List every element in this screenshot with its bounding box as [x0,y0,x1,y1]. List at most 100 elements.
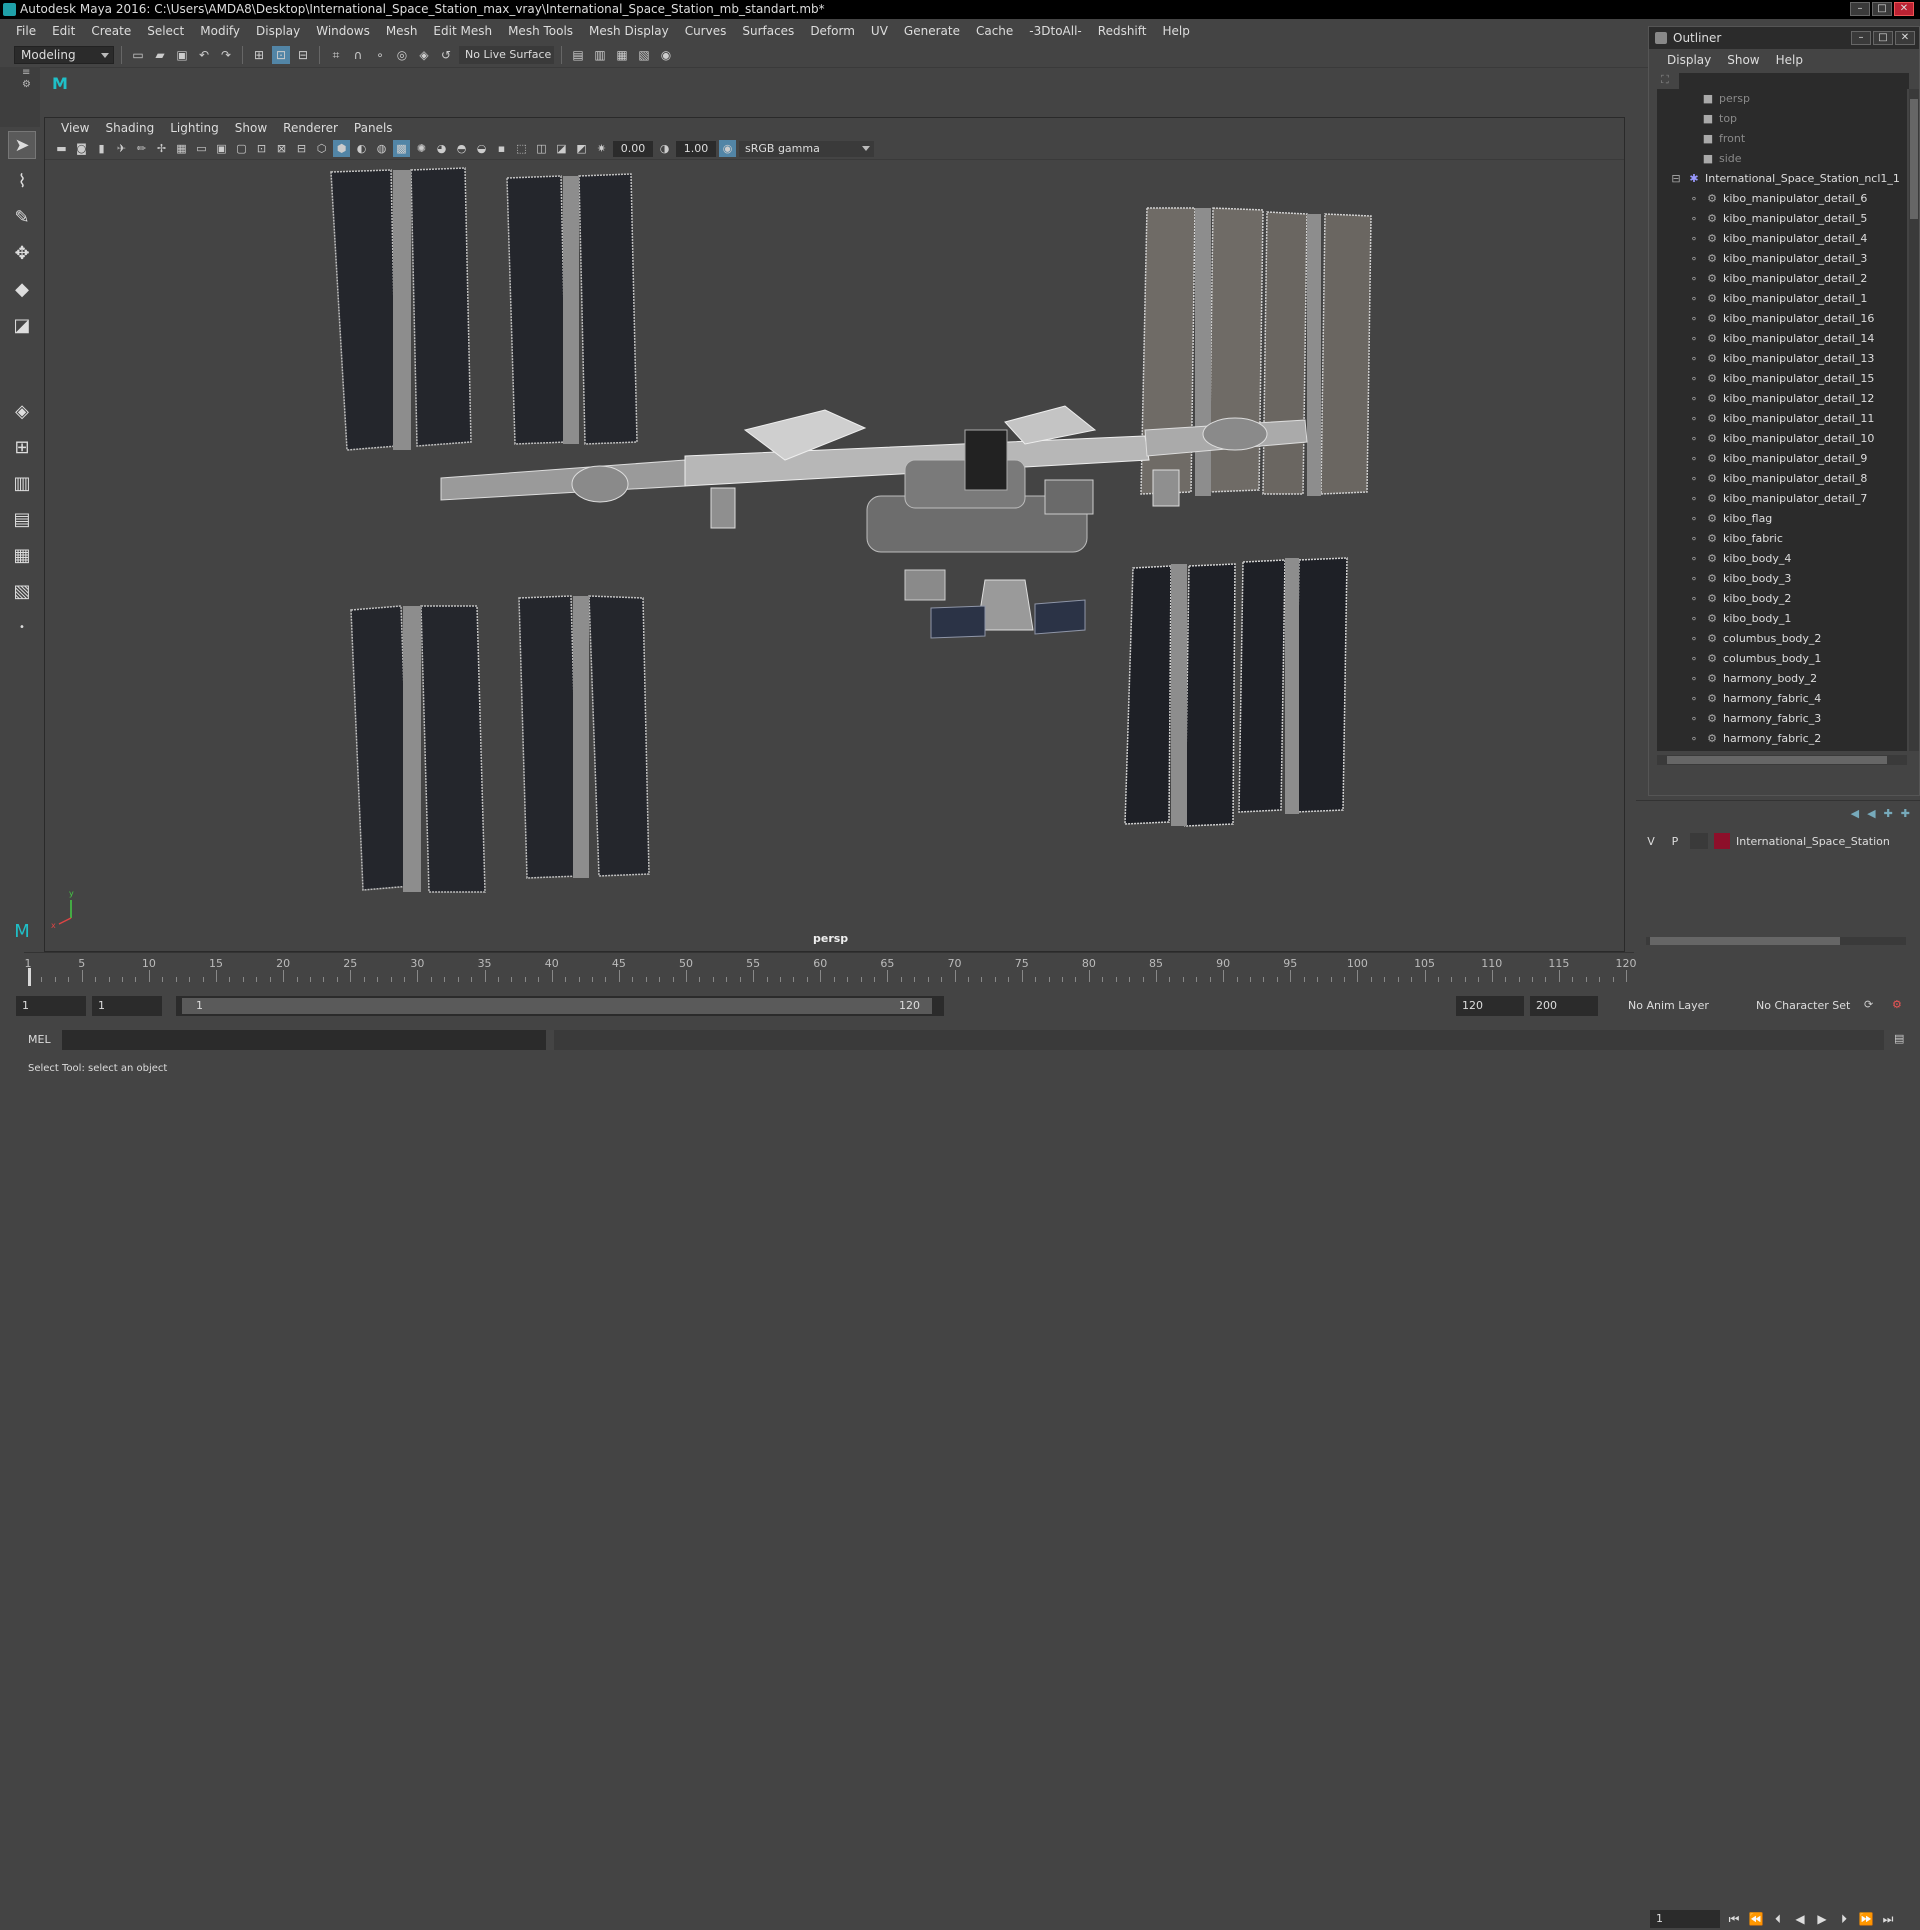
menu-mesh[interactable]: Mesh [378,24,426,38]
current-time-indicator[interactable] [28,968,31,986]
mel-command-input[interactable] [62,1030,546,1050]
menu-deform[interactable]: Deform [802,24,863,38]
new-scene-icon[interactable]: ▭ [129,46,147,64]
use-all-lights-icon[interactable]: ✺ [413,140,430,157]
outliner-search-input[interactable] [1679,73,1909,89]
outliner-hscroll-thumb[interactable] [1667,756,1887,764]
vp-menu-panels[interactable]: Panels [346,121,401,135]
exposure-icon[interactable]: ✷ [593,140,610,157]
snap-grid-icon[interactable]: ⌗ [327,46,345,64]
outliner-item[interactable]: ∘ ⚙ harmony_fabric_3 [1657,709,1907,729]
outliner-camera-top[interactable]: ■ top [1657,109,1907,129]
isolate-select-icon[interactable]: ⬚ [513,140,530,157]
new-layer-icon[interactable]: ✚ [1884,807,1893,820]
vp-menu-shading[interactable]: Shading [97,121,162,135]
select-hierarchy-icon[interactable]: ⊞ [250,46,268,64]
outliner-item[interactable]: ∘ ⚙ kibo_manipulator_detail_5 [1657,209,1907,229]
mode-selector[interactable]: Modeling [14,46,114,64]
vp-menu-renderer[interactable]: Renderer [275,121,346,135]
outliner-minimize-button[interactable]: – [1851,31,1871,45]
vp-menu-show[interactable]: Show [227,121,275,135]
outliner-item[interactable]: ∘ ⚙ kibo_manipulator_detail_9 [1657,449,1907,469]
view-transform-dropdown[interactable]: sRGB gamma [739,140,874,157]
outliner-item[interactable]: ∘ ⚙ kibo_manipulator_detail_11 [1657,409,1907,429]
vp-menu-lighting[interactable]: Lighting [162,121,227,135]
outliner-item[interactable]: ∘ ⚙ kibo_body_4 [1657,549,1907,569]
menu-modify[interactable]: Modify [192,24,248,38]
resolution-gate-icon[interactable]: ▣ [213,140,230,157]
camera-attr-icon[interactable]: ◙ [73,140,90,157]
select-object-icon[interactable]: ⊡ [272,46,290,64]
menu-create[interactable]: Create [83,24,139,38]
wireframe-icon[interactable]: ⬡ [313,140,330,157]
grid-icon[interactable]: ▦ [173,140,190,157]
snap-live-icon[interactable]: ↺ [437,46,455,64]
step-forward-key-icon[interactable]: ⏩ [1858,1912,1874,1926]
play-forward-icon[interactable]: ▶ [1814,1912,1830,1926]
outliner-item[interactable]: ∘ ⚙ kibo_manipulator_detail_3 [1657,249,1907,269]
color-management-icon[interactable]: ◉ [719,140,736,157]
gamma-field[interactable]: 1.00 [676,140,716,157]
textured-icon[interactable]: ▩ [393,140,410,157]
hypershade-icon[interactable]: ◉ [657,46,675,64]
menu-windows[interactable]: Windows [308,24,378,38]
play-backward-icon[interactable]: ◀ [1792,1912,1808,1926]
outliner-menu-show[interactable]: Show [1719,53,1767,67]
time-slider[interactable]: 1 5 10 15 20 25 30 35 40 45 50 55 60 65 70 75 80 85 90 95 10… [0,952,1920,1928]
paint-select-tool-icon[interactable]: ✎ [8,203,36,231]
motion-blur-icon[interactable]: ◒ [473,140,490,157]
anim-layer-dropdown[interactable]: No Anim Layer [1622,996,1742,1016]
render-view-icon[interactable]: ▧ [635,46,653,64]
outliner-item[interactable]: ∘ ⚙ kibo_manipulator_detail_4 [1657,229,1907,249]
animation-start-field[interactable]: 1 [16,996,86,1016]
layer-hscroll-thumb[interactable] [1650,937,1840,945]
animation-end-field[interactable]: 200 [1530,996,1598,1016]
close-button[interactable]: ✕ [1894,2,1914,16]
playback-start-field[interactable]: 1 [92,996,162,1016]
layer-row[interactable]: V P International_Space_Station [1642,831,1912,851]
xray-components-icon[interactable]: ◩ [573,140,590,157]
outliner-item[interactable]: ∘ ⚙ harmony_fabric_4 [1657,689,1907,709]
outliner-item[interactable]: ∘ ⚙ kibo_body_1 [1657,609,1907,629]
menu-mesh-display[interactable]: Mesh Display [581,24,677,38]
single-perspective-layout-icon[interactable]: ◈ [8,397,36,425]
scale-tool-icon[interactable]: ◪ [8,311,36,339]
ipr-render-icon[interactable]: ▦ [613,46,631,64]
xray-icon[interactable]: ◫ [533,140,550,157]
select-component-icon[interactable]: ⊟ [294,46,312,64]
outliner-item[interactable]: ∘ ⚙ kibo_flag [1657,509,1907,529]
menu-display[interactable]: Display [248,24,308,38]
smooth-shade-icon[interactable]: ⬢ [333,140,350,157]
2d-pan-icon[interactable]: ✢ [153,140,170,157]
shelf-menu-icon[interactable]: ≡ [22,67,30,78]
menu-file[interactable]: File [8,24,44,38]
layer-playback-toggle[interactable]: P [1666,835,1684,848]
outliner-item[interactable]: ∘ ⚙ columbus_body_1 [1657,649,1907,669]
rotate-tool-icon[interactable]: ◆ [8,275,36,303]
time-ruler[interactable]: 1 5 10 15 20 25 30 35 40 45 50 55 60 65 70 75 80 85 90 95 10… [24,952,1637,988]
range-bar[interactable]: 1 120 [176,996,944,1016]
anim-preferences-icon[interactable]: ⚙ [1892,998,1902,1011]
outliner-camera-side[interactable]: ■ side [1657,149,1907,169]
film-gate-icon[interactable]: ▭ [193,140,210,157]
outliner-filter-icon[interactable]: ⛶ [1661,73,1669,87]
outliner-item[interactable]: ∘ ⚙ kibo_manipulator_detail_2 [1657,269,1907,289]
move-tool-icon[interactable]: ✥ [8,239,36,267]
safe-title-icon[interactable]: ⊟ [293,140,310,157]
maximize-button[interactable]: □ [1872,2,1892,16]
uv-layout-icon[interactable]: ▧ [8,577,36,605]
exposure-field[interactable]: 0.00 [613,140,653,157]
vp-menu-view[interactable]: View [53,121,97,135]
save-scene-icon[interactable]: ▣ [173,46,191,64]
outliner-close-button[interactable]: ✕ [1895,31,1915,45]
collapse-icon[interactable]: ⊟ [1669,169,1683,189]
layer-color-swatch[interactable] [1714,833,1730,849]
menu-mesh-tools[interactable]: Mesh Tools [500,24,581,38]
outliner-item[interactable]: ∘ ⚙ harmony_fabric_2 [1657,729,1907,749]
perspective-viewport[interactable]: View Shading Lighting Show Renderer Pane… [44,117,1625,952]
outliner-item[interactable]: ∘ ⚙ kibo_manipulator_detail_10 [1657,429,1907,449]
left-solar-arrays[interactable] [330,167,650,893]
outliner-menu-help[interactable]: Help [1768,53,1811,67]
outliner-camera-front[interactable]: ■ front [1657,129,1907,149]
menu-3dtoall[interactable]: -3DtoAll- [1021,24,1089,38]
